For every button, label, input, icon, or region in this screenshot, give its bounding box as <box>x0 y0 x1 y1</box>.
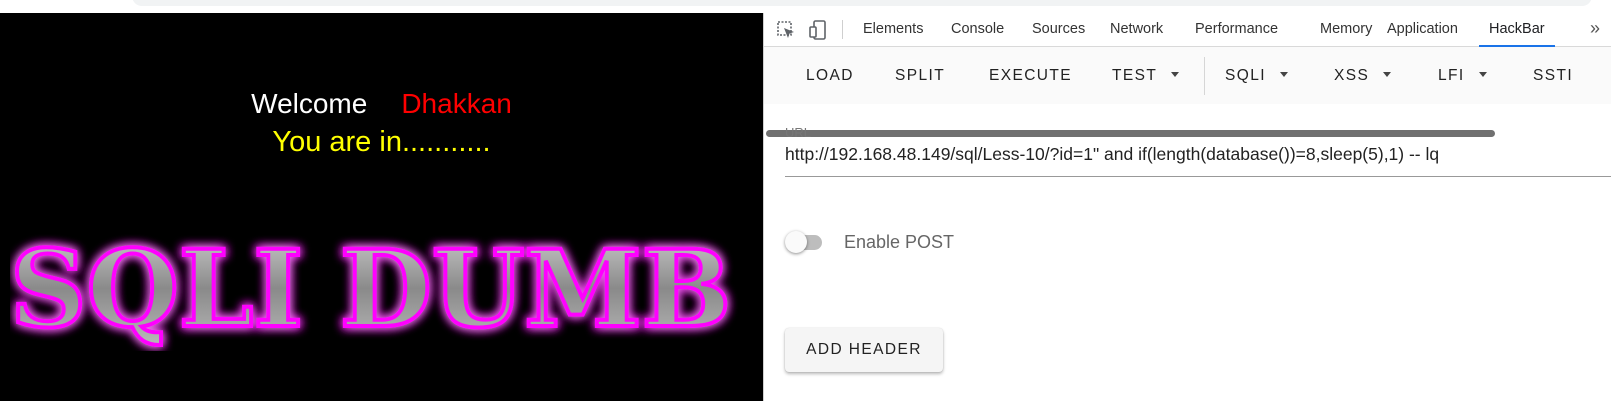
caret-down-icon <box>1478 72 1487 77</box>
device-toolbar-icon[interactable] <box>807 19 829 41</box>
sqli-dumb-banner: SQLI DUMB S <box>10 231 763 351</box>
ssti-label: SSTI <box>1533 67 1574 84</box>
tab-memory[interactable]: Memory <box>1320 13 1372 46</box>
more-tabs-icon[interactable]: » <box>1590 13 1600 46</box>
welcome-line: Welcome Dhakkan <box>0 88 763 120</box>
welcome-text: Welcome <box>251 88 368 119</box>
xss-label: XSS <box>1334 67 1370 84</box>
banner-text: SQLI DUMB S <box>10 231 763 351</box>
user-name: Dhakkan <box>401 88 512 119</box>
url-label: URL <box>785 125 812 140</box>
devtools-tab-bar: Elements Console Sources Network Perform… <box>764 13 1611 47</box>
hackbar-toolbar: LOAD SPLIT EXECUTE TEST SQLI XSS LFI SST… <box>764 47 1611 137</box>
address-bar[interactable] <box>132 0 1592 6</box>
test-label: TEST <box>1112 67 1158 84</box>
caret-down-icon <box>1171 72 1180 77</box>
add-header-button[interactable]: ADD HEADER <box>785 328 943 372</box>
page-viewport: Welcome Dhakkan You are in........... SQL… <box>0 13 763 401</box>
tab-elements[interactable]: Elements <box>863 13 923 46</box>
tab-hackbar[interactable]: HackBar <box>1479 13 1555 47</box>
tab-console[interactable]: Console <box>951 13 1004 46</box>
caret-down-icon <box>1383 72 1392 77</box>
sqli-dropdown[interactable]: SQLI <box>1225 64 1288 88</box>
url-underline <box>785 176 1611 177</box>
enable-post-label: Enable POST <box>844 232 955 252</box>
lfi-label: LFI <box>1438 67 1465 84</box>
sqli-label: SQLI <box>1225 67 1266 84</box>
browser-chrome-strip <box>0 0 1611 13</box>
xss-dropdown[interactable]: XSS <box>1334 64 1392 88</box>
url-input[interactable]: http://192.168.48.149/sql/Less-10/?id=1"… <box>785 144 1595 165</box>
toggle-thumb[interactable] <box>785 231 807 253</box>
tab-separator <box>842 20 843 39</box>
ssti-dropdown[interactable]: SSTI <box>1533 64 1573 88</box>
caret-down-icon <box>1279 72 1288 77</box>
tab-network[interactable]: Network <box>1110 13 1163 46</box>
toolbar-divider <box>1204 57 1205 95</box>
tab-application[interactable]: Application <box>1387 13 1458 46</box>
lfi-dropdown[interactable]: LFI <box>1438 64 1487 88</box>
execute-button[interactable]: EXECUTE <box>989 64 1072 88</box>
inspect-element-icon[interactable] <box>775 19 797 41</box>
tab-performance[interactable]: Performance <box>1195 13 1278 46</box>
devtools-panel: Elements Console Sources Network Perform… <box>763 13 1611 401</box>
status-message: You are in........... <box>272 126 491 158</box>
horizontal-scrollbar[interactable] <box>766 130 1495 137</box>
load-label: LOAD <box>806 67 854 84</box>
execute-label: EXECUTE <box>989 67 1073 84</box>
test-dropdown[interactable]: TEST <box>1112 64 1180 88</box>
split-label: SPLIT <box>895 67 946 84</box>
load-button[interactable]: LOAD <box>806 64 854 88</box>
tab-sources[interactable]: Sources <box>1032 13 1085 46</box>
split-button[interactable]: SPLIT <box>895 64 945 88</box>
